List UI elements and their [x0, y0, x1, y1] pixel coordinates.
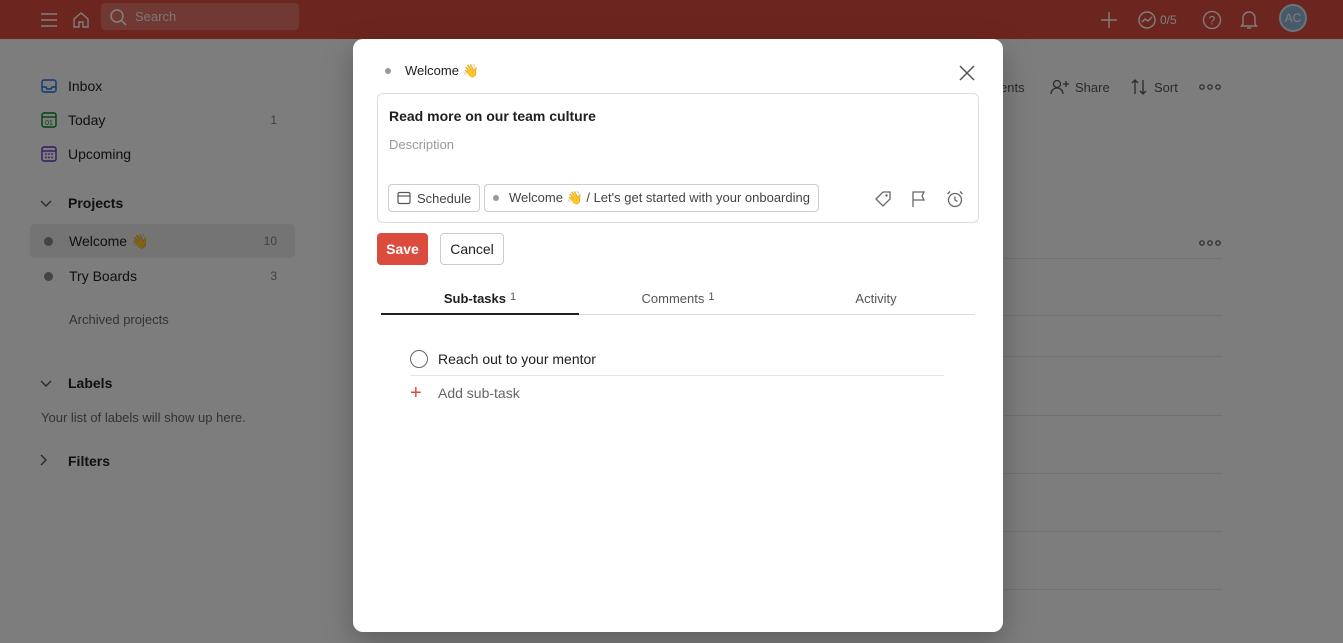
- close-icon[interactable]: [953, 59, 981, 87]
- tab-label: Sub-tasks: [443, 291, 506, 306]
- project-color-dot: [493, 195, 499, 201]
- tab-count: 1: [708, 291, 715, 303]
- tab-comments[interactable]: Comments 1: [579, 287, 777, 315]
- tab-label: Comments: [641, 291, 705, 306]
- complete-checkbox[interactable]: [410, 349, 428, 368]
- schedule-button[interactable]: Schedule: [388, 184, 481, 212]
- breadcrumb-label: Welcome 👋: [405, 63, 479, 78]
- tab-label: Activity: [855, 291, 897, 306]
- tab-activity[interactable]: Activity: [777, 287, 975, 315]
- alarm-clock-icon[interactable]: [944, 188, 966, 210]
- add-sub-task-label: Add sub-task: [438, 385, 520, 401]
- list-item[interactable]: Reach out to your mentor: [410, 342, 944, 376]
- project-color-dot: [385, 68, 391, 74]
- tab-count: 1: [510, 291, 517, 303]
- task-description-input[interactable]: Description: [389, 137, 454, 152]
- detail-tabs: Sub-tasks 1 Comments 1 Activity: [381, 287, 975, 315]
- project-picker-label: Welcome 👋 / Let's get started with your …: [509, 190, 810, 205]
- calendar-icon: [397, 191, 411, 205]
- flag-icon[interactable]: [908, 188, 930, 210]
- add-sub-task-button[interactable]: + Add sub-task: [410, 381, 520, 405]
- task-detail-modal: Welcome 👋 Read more on our team culture …: [353, 39, 1003, 632]
- save-button[interactable]: Save: [377, 233, 428, 265]
- tab-sub-tasks[interactable]: Sub-tasks 1: [381, 287, 579, 315]
- task-editor: Read more on our team culture Descriptio…: [377, 93, 979, 223]
- project-breadcrumb[interactable]: Welcome 👋: [385, 63, 479, 79]
- project-picker-button[interactable]: Welcome 👋 / Let's get started with your …: [484, 184, 819, 212]
- task-title-input[interactable]: Read more on our team culture: [389, 108, 596, 124]
- subtask-label: Reach out to your mentor: [438, 350, 596, 367]
- label-icon[interactable]: [872, 188, 894, 210]
- plus-icon: +: [410, 382, 422, 404]
- cancel-button[interactable]: Cancel: [440, 233, 504, 265]
- schedule-label: Schedule: [417, 190, 472, 206]
